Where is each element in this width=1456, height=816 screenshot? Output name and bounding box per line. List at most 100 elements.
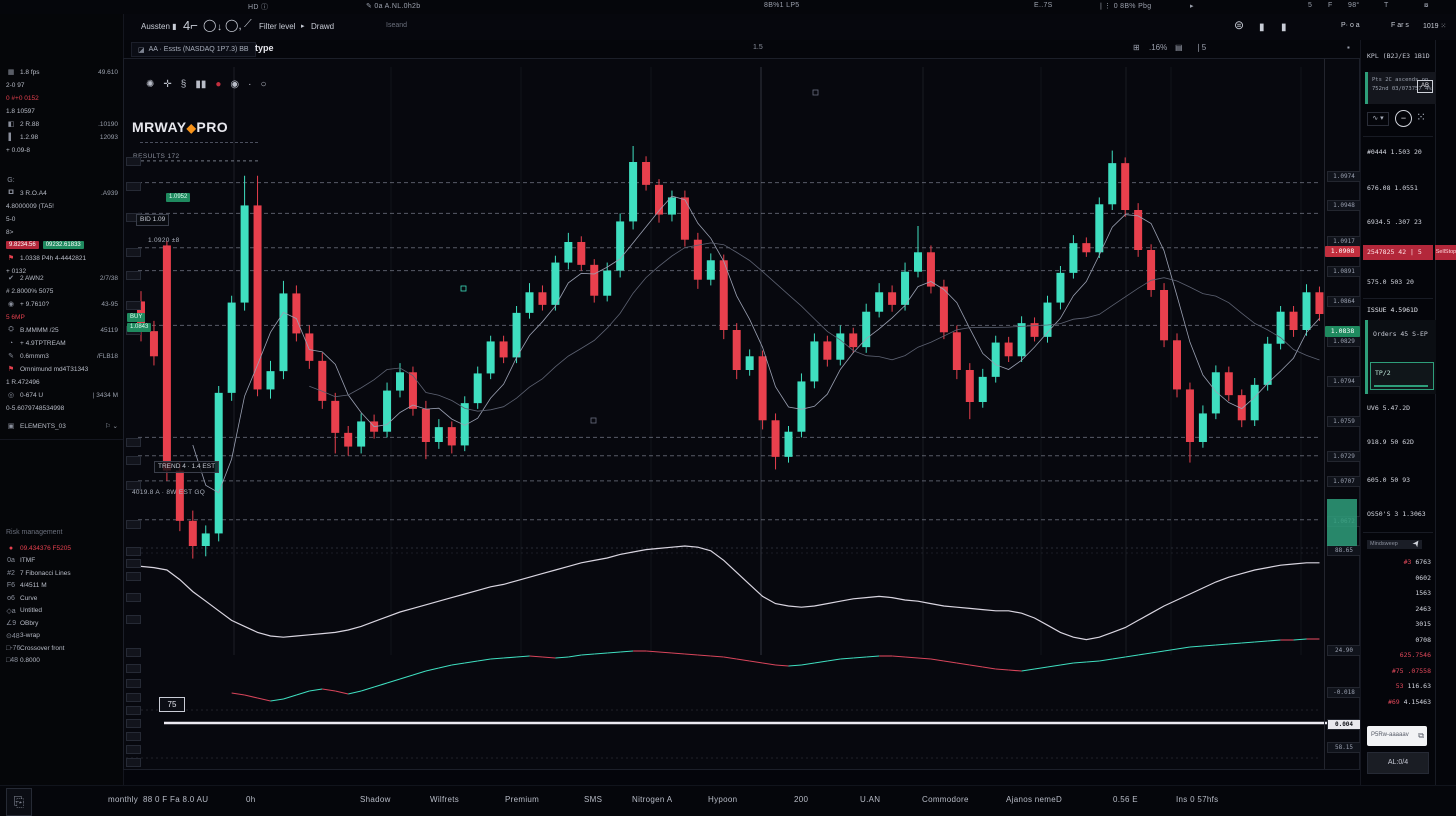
order-input[interactable]: P5Rw-aaaaav ⧉ [1367,726,1427,746]
titlebar-item[interactable]: ▸ [1190,2,1194,10]
watchlist-row[interactable]: ◉+ 9.7610?43-95 [6,298,118,310]
risk-row[interactable]: □-76Crossover front [6,642,118,654]
watchlist-row[interactable]: 0 #+0 0152 [6,92,118,104]
toolbar-item[interactable]: P· o a [1341,22,1360,29]
toolbar-item[interactable]: ▸ [301,22,305,30]
ladder-row[interactable]: 625.7546 [1400,651,1431,659]
tp-box[interactable]: TP/2 [1370,362,1434,390]
wave-select[interactable]: ∿ ▾ [1367,112,1389,126]
watchlist-row[interactable]: 1 R.472496 [6,376,118,388]
watchlist-row[interactable]: + 0.09-8 [6,144,118,156]
titlebar-item[interactable]: 5 [1308,2,1312,9]
watchlist-row[interactable]: ▦1.8 fps49.610 [6,66,118,78]
titlebar-item[interactable]: E..7S [1034,2,1053,9]
watchlist-row[interactable]: ✎0.6mmm3/FLB18 [6,350,118,362]
watchlist-row[interactable]: 8> [6,226,118,238]
crosshair-icon[interactable]: ✛ [163,79,171,90]
watchlist-row[interactable]: ▌1.2.9812093 [6,131,118,143]
watchlist-row[interactable]: 2-0 97 [6,79,118,91]
watchlist-row[interactable]: G: [6,174,118,186]
dom-row[interactable]: 575.0 503 20 [1367,278,1431,286]
watchlist-row[interactable]: ⚑Omnimund md4T31343 [6,363,118,375]
grid-dots-icon[interactable]: ⁙ [1416,110,1426,124]
watchlist-row[interactable]: 5 6MP [6,311,118,323]
dom-row[interactable]: 605.0 50 93 [1367,476,1431,484]
tab-tool-icon[interactable]: ▤ [1175,43,1183,52]
elements-row[interactable]: ▣ ELEMENTS_03 ⚐ ⌄ [6,420,118,432]
watchlist-row[interactable]: ◧2 R.88.10190 [6,118,118,130]
titlebar-item[interactable]: ❘⋮ 0 8B% Pbg [1098,2,1151,10]
risk-row[interactable]: ∠9OBbry [6,617,118,629]
workspace-icon[interactable]: ⎘ [6,788,32,816]
risk-row[interactable]: ◇aUntitled [6,605,118,617]
risk-row[interactable]: ⊙483-wrap [6,630,118,642]
toolbar-item[interactable]: F ar s [1391,22,1409,29]
toolbar-item[interactable]: 4⌐ [183,18,198,33]
ladder-row[interactable]: #75 .07558 [1392,667,1431,675]
toolbar-item[interactable]: ⟋ [244,18,252,31]
minus-circle-button[interactable]: − [1395,110,1412,127]
dom-row[interactable]: OS50'S 3 1.3063 [1367,510,1431,518]
chart-area[interactable]: ✺✛§▮▮●◉·○ MRWAY◆PRO RESULTS 172 75 1.097… [123,58,1360,770]
titlebar-item[interactable]: HD ⓘ [248,2,268,12]
watchlist-row[interactable]: 9.8234.5609232.61833 [6,239,118,251]
toolbar-item[interactable]: ◯, [225,18,242,32]
toolbar-item[interactable]: ↓ [217,22,222,33]
toolbar-item[interactable]: Iseand [386,22,407,29]
circle-icon[interactable]: ○ [260,79,266,90]
toolbar-item[interactable]: ▮ [1281,22,1287,33]
globe-icon[interactable]: ✺ [146,79,154,90]
risk-row[interactable]: #27 Fibonacci Lines [6,567,118,579]
dot-icon[interactable]: · [248,79,251,90]
tab-tool-icon[interactable]: ❘5 [1195,43,1206,52]
watchlist-row[interactable]: # 2.8000% 5075 [6,285,118,297]
toolbar-item[interactable]: ◯ [203,18,216,32]
titlebar-item[interactable]: F [1328,2,1333,9]
toolbar-item[interactable]: 1019 ⁙ [1423,22,1446,30]
tab-tool-icon[interactable]: ⊞ [1133,43,1140,52]
chart-tab[interactable]: ◪ AA · Essts (NASDAQ 1P7.3) BB [131,42,256,57]
bars-icon[interactable]: ▮▮ [195,79,206,90]
toolbar-item[interactable]: ▮ [1259,22,1265,33]
camera-icon[interactable]: ◉ [230,79,239,90]
watchlist-row[interactable]: 🞓3 R.O.A4.A939 [6,187,118,199]
ladder-row[interactable]: #3 6763 [1404,558,1431,566]
watchlist-row[interactable]: ⛭B.MMMM /2545119 [6,324,118,336]
titlebar-item[interactable]: ⧇ [1424,2,1429,10]
candlestick-chart[interactable] [124,59,1359,769]
risk-row[interactable]: o6Curve [6,592,118,604]
submit-button[interactable]: AL:0/4 [1367,752,1429,774]
tab-tool-icon[interactable]: .16% [1149,43,1167,52]
ladder-row[interactable]: 2463 [1415,605,1431,613]
tab-tool-icon[interactable]: ▪ [1347,43,1350,52]
copy-icon[interactable]: ⧉ [1418,731,1424,741]
watchlist-row[interactable]: 0-5.6079748534998 [6,402,118,414]
titlebar-item[interactable]: T [1384,2,1389,9]
dom-row[interactable]: #0444 1.503 20 [1367,148,1431,156]
toolbar-item[interactable]: ⊜ [1234,18,1244,32]
ladder-row[interactable]: 1563 [1415,589,1431,597]
risk-row[interactable]: □480.8000 [6,655,118,667]
ladder-row[interactable]: 0708 [1415,636,1431,644]
position-card[interactable]: Pts 2C ascends on 752nd 03/073757 4% AB [1365,72,1436,104]
toolbar-item[interactable]: Aussten ▮ [141,22,177,31]
watchlist-row[interactable]: ◔+ 4.9TPTREAM [6,337,118,349]
watchlist-row[interactable]: ◎0-674 U| 3434 M [6,389,118,401]
ladder-row[interactable]: #69 4.15463 [1388,698,1431,706]
titlebar-item[interactable]: 8B%1 LP5 [764,2,799,9]
risk-row[interactable]: F64/4511 M [6,580,118,592]
dom-row[interactable]: 6934.5 .307 23 [1367,218,1431,226]
ladder-row[interactable]: 53 116.63 [1396,682,1431,690]
record-icon[interactable]: ● [215,79,221,90]
ladder-row[interactable]: 3015 [1415,620,1431,628]
titlebar-item[interactable]: ✎ 0a A.NL.0h2b [366,2,420,10]
risk-row[interactable]: 0aITMF [6,555,118,567]
toolbar-item[interactable]: Drawd [311,22,334,31]
watchlist-row[interactable]: 4.8000009 (TA5! [6,200,118,212]
titlebar-item[interactable]: 98° [1348,2,1360,9]
dom-row-sell[interactable]: 2547825 42 | 5 [1363,245,1433,260]
dom-row[interactable]: 676.08 1.0551 [1367,184,1431,192]
toolbar-item[interactable]: Filter level [259,22,295,31]
watchlist-row[interactable]: 1.8 10597 [6,105,118,117]
risk-row[interactable]: ●09.434376 F5205 [6,542,118,554]
